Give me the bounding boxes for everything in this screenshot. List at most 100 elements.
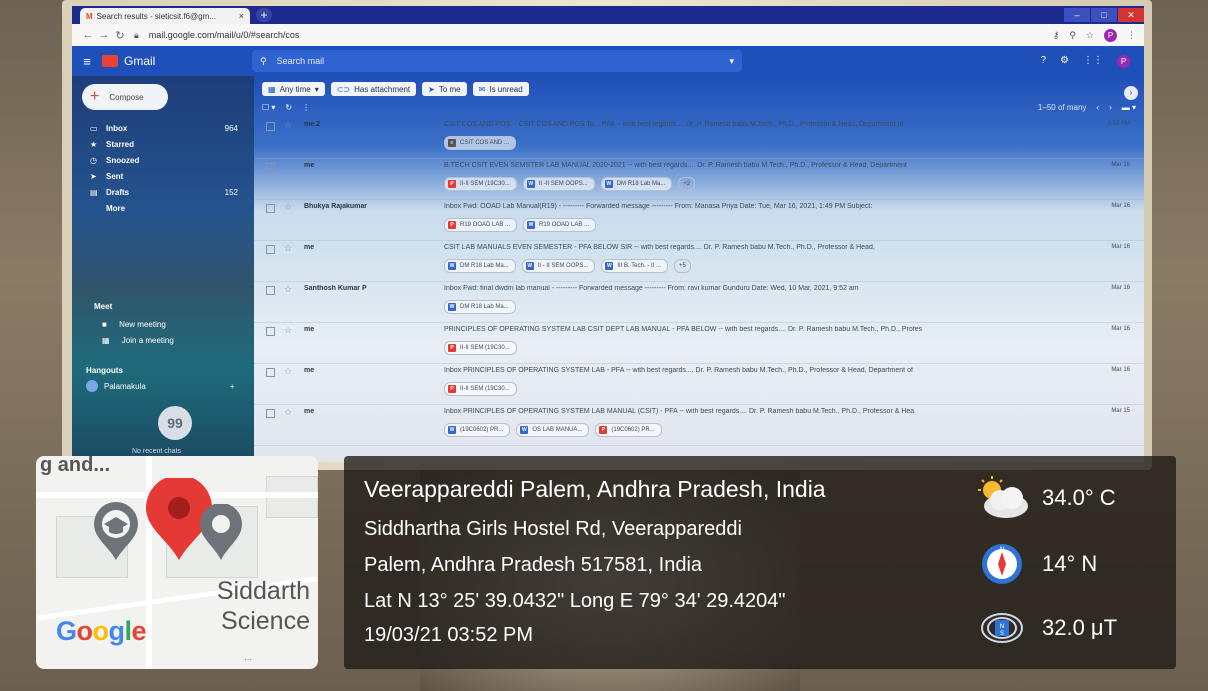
sidebar-item-inbox[interactable]: ▭ Inbox 964 <box>72 120 254 136</box>
word-file-icon: W <box>448 303 456 311</box>
heading-value: 14° N <box>1042 551 1098 576</box>
video-camera-icon: ■ <box>102 320 107 329</box>
key-icon[interactable]: ⚷ <box>1053 30 1060 41</box>
maximize-icon[interactable]: □ <box>1091 8 1117 22</box>
attachment-chip[interactable]: P II-II SEM (19C30... <box>444 341 517 355</box>
sidebar-item-sent[interactable]: ➤ Sent <box>72 168 254 184</box>
sidebar-item-drafts[interactable]: ▤ Drafts 152 <box>72 184 254 200</box>
star-icon[interactable]: ☆ <box>284 284 292 295</box>
browser-menu-icon[interactable]: ⋮ <box>1127 30 1136 41</box>
row-checkbox[interactable] <box>266 204 275 213</box>
email-date: Mar 16 <box>1111 244 1130 250</box>
attachment-chip[interactable]: W DM R18 Lab Ma... <box>600 177 673 191</box>
apps-grid-icon[interactable]: ⋮⋮ <box>1083 55 1103 68</box>
tab-close-icon[interactable]: × <box>239 11 244 21</box>
zoom-icon[interactable]: ⚲ <box>1069 30 1076 41</box>
attachment-chip[interactable]: W DM R18 Lab Ma... <box>444 259 516 273</box>
settings-gear-icon[interactable]: ⚙ <box>1060 55 1069 68</box>
attachment-chip[interactable]: P (19C0602) PR... <box>595 423 662 437</box>
browser-profile-avatar[interactable]: P <box>1104 28 1117 42</box>
add-contact-icon[interactable]: + <box>230 382 235 391</box>
compose-button[interactable]: + Compose <box>82 84 168 110</box>
gmail-logo[interactable]: Gmail <box>102 54 252 68</box>
more-options-icon[interactable]: ⋮ <box>302 103 310 112</box>
star-icon[interactable]: ☆ <box>284 325 292 336</box>
attachment-chip[interactable]: W R19 OOAD LAB ... <box>523 218 597 232</box>
attachment-chip[interactable]: ≡ CSIT COS AND ... <box>444 136 516 150</box>
email-row[interactable]: ☆ me PRINCIPLES OF OPERATING SYSTEM LAB CS… <box>254 323 1144 364</box>
forward-arrow-icon[interactable]: → <box>96 29 112 41</box>
sidebar-item-more[interactable]: More <box>72 200 254 216</box>
keyboard-input-icon[interactable]: ▬ ▾ <box>1122 103 1136 112</box>
star-icon[interactable]: ☆ <box>284 366 292 377</box>
star-icon[interactable]: ☆ <box>284 161 292 172</box>
star-icon[interactable]: ☆ <box>284 407 292 418</box>
attachment-chip[interactable]: W (19C0602) PR... <box>444 423 511 437</box>
attachment-name: II - II SEM OOPS... <box>537 263 589 269</box>
row-checkbox[interactable] <box>266 327 275 336</box>
gmail-profile-avatar[interactable]: P <box>1117 54 1130 68</box>
minimize-icon[interactable]: – <box>1064 8 1090 22</box>
star-icon[interactable]: ☆ <box>284 243 292 254</box>
row-checkbox[interactable] <box>266 245 275 254</box>
word-file-icon: W <box>448 262 456 270</box>
search-input[interactable] <box>274 55 730 67</box>
row-checkbox[interactable] <box>266 409 275 418</box>
star-icon[interactable]: ☆ <box>284 120 292 131</box>
search-box[interactable]: ⚲ ▾ <box>252 50 742 72</box>
filter-has-attachment[interactable]: ⊂⊃ Has attachment <box>330 82 417 96</box>
search-options-icon[interactable]: ▾ <box>729 56 734 67</box>
row-checkbox[interactable] <box>266 122 275 131</box>
email-row[interactable]: ☆ Santhosh Kumar P Inbox Fwd: final dwdm l… <box>254 282 1144 323</box>
email-row[interactable]: ☆ me B.TECH CSIT EVEN SEMSTER LAB MANUAL 2… <box>254 159 1144 200</box>
attachment-chip[interactable]: W II - II SEM OOPS... <box>521 259 596 273</box>
next-page-icon[interactable]: › <box>1109 103 1112 112</box>
reload-icon[interactable]: ↻ <box>112 29 128 42</box>
prev-page-icon[interactable]: ‹ <box>1096 103 1099 112</box>
window-close-icon[interactable]: ✕ <box>1118 8 1144 22</box>
email-row[interactable]: ☆ me Inbox PRINCIPLES OF OPERATING SYSTEM … <box>254 364 1144 405</box>
row-checkbox[interactable] <box>266 163 275 172</box>
new-tab-button[interactable]: + <box>256 8 272 22</box>
attachment-chip[interactable]: P R19 OOAD LAB ... <box>444 218 518 232</box>
attachment-chip[interactable]: W III B. Tech. - II ... <box>601 259 668 273</box>
select-all-checkbox[interactable]: ☐ ▾ <box>262 103 275 112</box>
filter-to-me[interactable]: ➤ To me <box>422 82 467 96</box>
hamburger-menu-icon[interactable]: ≡ <box>72 54 102 69</box>
help-icon[interactable]: ? <box>1040 55 1046 68</box>
attachment-chip[interactable]: W II -II SEM OOPS... <box>522 177 595 191</box>
attachment-chip[interactable]: W DM R18 Lab Ma... <box>444 300 516 314</box>
email-row[interactable]: ☆ me 2 CSIT COS AND POS -- CSIT COS AND PO… <box>254 118 1144 159</box>
filter-any-time[interactable]: ▦ Any time ▾ <box>262 82 325 96</box>
more-attachments-badge[interactable]: +5 <box>673 259 691 273</box>
next-filters-icon[interactable]: › <box>1124 86 1138 100</box>
attachment-name: DM R18 Lab Ma... <box>616 181 666 187</box>
back-arrow-icon[interactable]: ← <box>80 29 96 41</box>
attachment-chip[interactable]: P II-II SEM (19C30... <box>444 177 517 191</box>
temperature-metric: 34.0° C <box>972 476 1116 520</box>
row-checkbox[interactable] <box>266 286 275 295</box>
refresh-icon[interactable]: ↻ <box>285 103 292 112</box>
sidebar-item-label: Starred <box>106 139 135 149</box>
attachment-chip[interactable]: W OS LAB MANUA... <box>516 423 590 437</box>
attachment-name: III B. Tech. - II ... <box>617 263 661 269</box>
calendar-icon: ▦ <box>268 84 276 94</box>
email-row[interactable]: ☆ Bhukya Rajakumar Inbox Fwd: OOAD Lab Man… <box>254 200 1144 241</box>
more-attachments-badge[interactable]: +2 <box>678 177 696 191</box>
join-meeting-link[interactable]: ▦ Join a meeting <box>102 336 174 345</box>
url-field[interactable]: mail.google.com/mail/u/0/#search/cos <box>149 30 300 40</box>
row-checkbox[interactable] <box>266 368 275 377</box>
email-row[interactable]: ☆ me Inbox PRINCIPLES OF OPERATING SYSTEM … <box>254 405 1144 446</box>
attachment-chip[interactable]: P II-II SEM (19C30... <box>444 382 517 396</box>
sidebar-item-starred[interactable]: ★ Starred <box>72 136 254 152</box>
search-icon[interactable]: ⚲ <box>260 56 267 67</box>
email-row[interactable]: ☆ me CSIT LAB MANUALS EVEN SEMESTER - PFA … <box>254 241 1144 282</box>
email-sender: me <box>304 162 315 169</box>
new-meeting-link[interactable]: ■ New meeting <box>102 320 166 329</box>
star-icon[interactable]: ☆ <box>284 202 292 213</box>
browser-tab[interactable]: M Search results - sieticsit.f6@gm... × <box>80 8 250 24</box>
sidebar-item-snoozed[interactable]: ◷ Snoozed <box>72 152 254 168</box>
bookmark-star-icon[interactable]: ☆ <box>1086 30 1094 41</box>
filter-is-unread[interactable]: ✉ Is unread <box>472 82 529 96</box>
hangouts-user[interactable]: Palamakula + <box>86 380 234 392</box>
